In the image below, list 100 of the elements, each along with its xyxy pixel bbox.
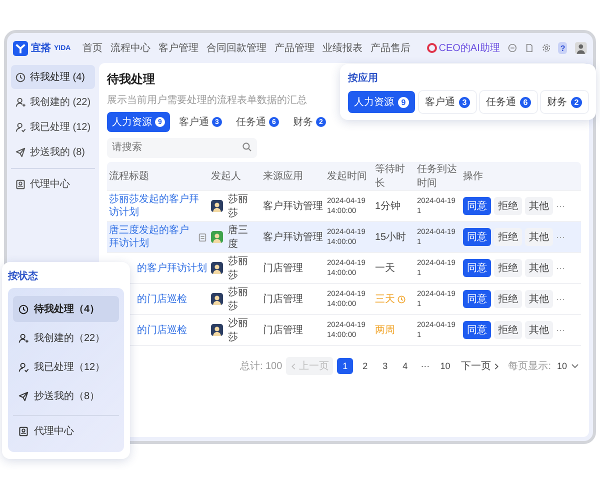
other-button[interactable]: 其他 (525, 290, 553, 308)
status-filter-item[interactable]: 待我处理（4） (13, 296, 119, 322)
nav-link[interactable]: 业绩报表 (322, 41, 363, 55)
minus-circle-icon[interactable] (508, 42, 517, 54)
title-link[interactable]: 唐三度发起的客户拜访计划 (109, 224, 196, 250)
nav-link[interactable]: 产品管理 (274, 41, 315, 55)
sidebar-item[interactable]: 我已处理 (12) (11, 115, 95, 139)
nav-link[interactable]: 客户管理 (158, 41, 199, 55)
table-cell-text: 客户拜访管理 (262, 230, 324, 244)
assistant-link[interactable]: CEO的AI助理 (426, 41, 500, 55)
title-link[interactable]: 的客户拜访计划 (137, 262, 207, 274)
table-cell-text: 门店管理 (262, 292, 304, 306)
page-size-select[interactable]: 10 (554, 359, 581, 373)
nav-link[interactable]: 首页 (82, 41, 103, 55)
page-button[interactable]: 1 (337, 358, 354, 374)
title-link[interactable]: 的门店巡检 (137, 292, 187, 306)
column-header: 任务到达时间 (416, 162, 458, 190)
table-cell-text: 莎丽莎 (227, 192, 249, 220)
search-field[interactable]: 请搜索 (107, 138, 257, 158)
table-cell-text: 两周 (375, 324, 395, 337)
reject-button[interactable]: 拒绝 (494, 197, 522, 215)
more-button[interactable]: ··· (556, 294, 565, 304)
clock-icon (18, 304, 29, 314)
column-header: 发起人 (210, 170, 242, 183)
table-cell-text: 客户拜访管理 (262, 200, 324, 213)
column-header: 操作 (462, 170, 484, 183)
sidebar-item[interactable]: 代理中心 (11, 168, 95, 196)
reject-button[interactable]: 拒绝 (494, 290, 522, 308)
document-icon[interactable] (524, 42, 534, 54)
caret-icon (571, 362, 579, 370)
more-button[interactable]: ··· (556, 201, 565, 211)
sidebar-item[interactable]: 我创建的 (22) (11, 90, 95, 114)
paper-plane-icon (18, 390, 29, 402)
nav-link[interactable]: 产品售后 (370, 41, 411, 55)
approve-button[interactable]: 同意 (463, 259, 491, 277)
help-button[interactable]: ? (558, 42, 568, 54)
page-button[interactable]: 10 (437, 358, 454, 374)
person-check-icon (18, 362, 29, 372)
page-button[interactable]: ··· (417, 358, 434, 374)
app-tab[interactable]: 人力资源 9 (348, 91, 415, 113)
app-tab[interactable]: 任务通 6 (480, 91, 537, 113)
approve-button[interactable]: 同意 (463, 228, 491, 246)
reject-button[interactable]: 拒绝 (494, 321, 522, 339)
chevron-left-icon (290, 362, 298, 370)
clock-icon (397, 294, 406, 304)
count-badge: 6 (520, 96, 531, 108)
other-button[interactable]: 其他 (525, 259, 553, 277)
nav-link[interactable]: 合同回款管理 (206, 41, 267, 55)
count-badge: 3 (459, 96, 470, 108)
page-size-label: 每页显示: (508, 360, 551, 373)
page-button[interactable]: 4 (397, 358, 414, 374)
other-button[interactable]: 其他 (525, 321, 553, 339)
approve-button[interactable]: 同意 (463, 290, 491, 308)
app-tab[interactable]: 客户通 3 (419, 91, 476, 113)
table-cell-text: 莎丽莎 (227, 286, 249, 313)
column-header: 来源应用 (262, 170, 304, 183)
table-cell-text: 唐三度 (227, 224, 249, 251)
status-filter-item[interactable]: 我已处理（12） (13, 354, 119, 380)
user-avatar-icon[interactable] (575, 40, 588, 56)
card-title: 按应用 (348, 71, 379, 85)
table-cell-text: 1分钟 (375, 200, 401, 213)
other-button[interactable]: 其他 (525, 197, 553, 215)
app-tab[interactable]: 财务 2 (541, 91, 588, 113)
total-count: 总计: 100 (240, 360, 282, 373)
more-button[interactable]: ··· (556, 325, 565, 335)
document-icon (198, 232, 207, 242)
status-filter-item[interactable]: 代理中心 (13, 415, 119, 444)
nav-link[interactable]: 流程中心 (110, 41, 151, 55)
logo-text: 宜搭 (31, 41, 51, 55)
sidebar-item[interactable]: 待我处理 (4) (11, 65, 95, 89)
more-button[interactable]: ··· (556, 263, 565, 273)
count-badge: 2 (571, 96, 582, 108)
other-button[interactable]: 其他 (525, 228, 553, 246)
reject-button[interactable]: 拒绝 (494, 259, 522, 277)
card-title: 按状态 (8, 270, 39, 283)
page-button[interactable]: 2 (357, 358, 374, 374)
chevron-right-icon (493, 362, 500, 370)
status-filter-item[interactable]: 抄送我的（8） (13, 383, 119, 409)
title-link[interactable]: 莎丽莎发起的客户拜访计划 (109, 193, 207, 219)
approve-button[interactable]: 同意 (463, 321, 491, 339)
logo-icon (13, 40, 28, 56)
settings-icon[interactable] (542, 42, 550, 54)
table-cell-text: 三天 (375, 293, 395, 306)
clock-icon (15, 72, 26, 82)
next-page-button[interactable]: 下一页 (457, 357, 504, 375)
table-cell-text: 莎丽莎 (227, 254, 249, 282)
reject-button[interactable]: 拒绝 (494, 228, 522, 246)
table-cell-text: 15小时 (375, 230, 406, 244)
approve-button[interactable]: 同意 (463, 197, 491, 215)
paper-plane-icon (15, 146, 26, 158)
count-badge: 9 (398, 96, 409, 108)
title-link[interactable]: 的门店巡检 (137, 324, 187, 336)
person-plus-icon (15, 96, 26, 108)
person-check-icon (15, 122, 26, 132)
column-header: 发起时间 (326, 170, 368, 183)
page-button[interactable]: 3 (377, 358, 394, 374)
page-description: 展示当前用户需要处理的流程表单数据的汇总 (107, 94, 307, 107)
sidebar-item[interactable]: 抄送我的 (8) (11, 140, 95, 164)
table-cell-text: 门店管理 (262, 324, 304, 337)
column-header: 等待时长 (374, 162, 406, 190)
